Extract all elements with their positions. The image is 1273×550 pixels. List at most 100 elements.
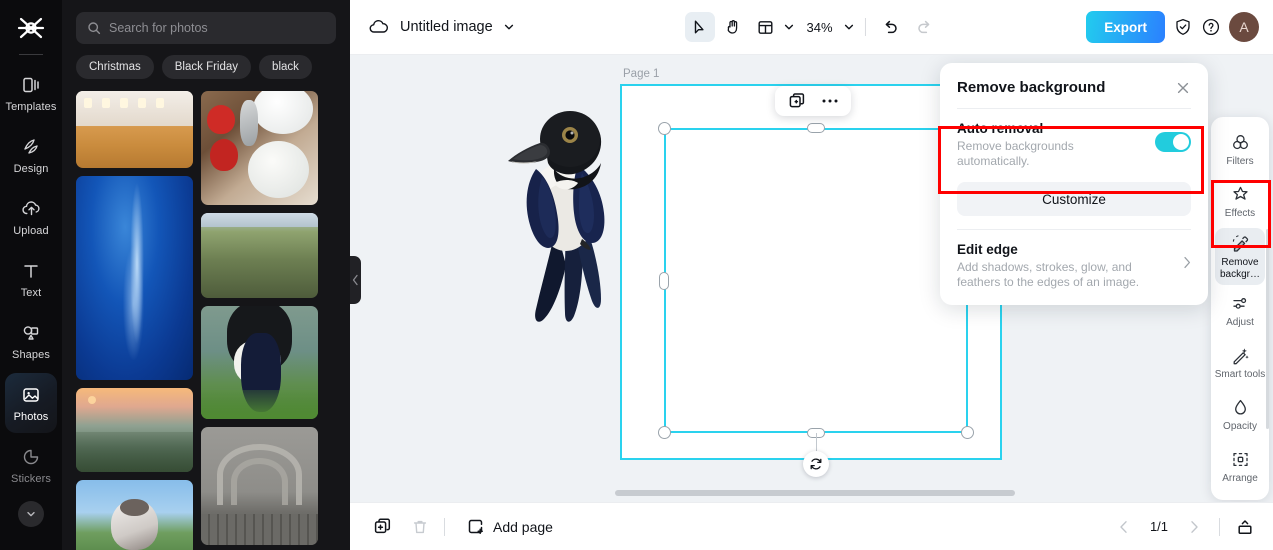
duplicate-icon[interactable]	[788, 92, 806, 110]
trash-icon[interactable]	[406, 513, 434, 541]
sidebar-item-shapes[interactable]: Shapes	[5, 311, 57, 371]
search-wrapper	[62, 0, 350, 44]
document-title[interactable]: Untitled image	[400, 19, 493, 35]
tool-smart-tools[interactable]: Smart tools	[1211, 337, 1269, 389]
tool-remove-background[interactable]: Remove backgr…	[1215, 228, 1265, 285]
tool-effects[interactable]: Effects	[1211, 176, 1269, 228]
rotate-icon[interactable]	[803, 451, 829, 477]
search-tags: Christmas Black Friday black	[62, 44, 350, 79]
sidebar-item-photos[interactable]: Photos	[5, 373, 57, 433]
resize-handle-middle-left[interactable]	[659, 271, 669, 290]
photo-thumbnail[interactable]	[201, 213, 318, 298]
tag-black-friday[interactable]: Black Friday	[161, 55, 252, 79]
photo-thumbnail[interactable]	[76, 388, 193, 472]
zoom-level-value[interactable]: 34%	[806, 20, 832, 35]
tool-opacity[interactable]: Opacity	[1211, 389, 1269, 441]
sidebar-item-text[interactable]: Text	[5, 249, 57, 309]
add-page-button[interactable]: Add page	[466, 517, 553, 536]
hand-icon	[727, 20, 737, 34]
more-options-icon[interactable]	[821, 98, 839, 104]
opacity-drop-icon	[1230, 397, 1250, 417]
layout-tool-button[interactable]	[750, 12, 780, 42]
topbar-right: Export A	[1086, 11, 1259, 43]
cloud-save-icon[interactable]	[368, 17, 390, 37]
chevron-left-icon	[352, 274, 358, 286]
prev-page-button[interactable]	[1110, 513, 1138, 541]
photo-thumbnail[interactable]	[76, 480, 193, 550]
close-icon[interactable]	[1175, 80, 1191, 96]
chevron-right-icon	[1183, 256, 1191, 274]
tool-label: Effects	[1224, 208, 1256, 220]
toolbar-divider	[864, 18, 866, 36]
auto-removal-row[interactable]: Auto removal Remove backgrounds automati…	[940, 109, 1208, 182]
tool-label: Arrange	[1222, 473, 1258, 485]
panel-collapse-handle[interactable]	[350, 256, 361, 304]
tool-rail-scrollbar[interactable]	[1266, 229, 1269, 429]
layout-chevron-down-icon[interactable]	[782, 21, 794, 33]
sidebar-item-upload[interactable]: Upload	[5, 187, 57, 247]
help-circle-icon[interactable]	[1201, 17, 1221, 37]
photos-icon	[20, 384, 42, 406]
tool-filters[interactable]: Filters	[1211, 124, 1269, 176]
hand-tool-button[interactable]	[717, 12, 747, 42]
search-box[interactable]	[76, 12, 336, 44]
duplicate-page-icon[interactable]	[368, 513, 396, 541]
tool-adjust[interactable]: Adjust	[1211, 285, 1269, 337]
selection-box	[658, 122, 974, 477]
tool-label: Adjust	[1226, 317, 1254, 329]
chevron-down-icon[interactable]	[503, 21, 515, 33]
zoom-chevron-down-icon[interactable]	[843, 21, 855, 33]
panel-title: Remove background	[957, 79, 1106, 96]
sidebar-item-stickers[interactable]: Stickers	[5, 435, 57, 495]
tag-christmas[interactable]: Christmas	[76, 55, 154, 79]
magpie-image[interactable]	[470, 77, 650, 347]
resize-handle-bottom-left[interactable]	[658, 426, 671, 439]
redo-button[interactable]	[909, 12, 939, 42]
photo-thumbnail[interactable]	[201, 306, 318, 419]
topbar-left: Untitled image	[368, 17, 515, 37]
arrange-icon	[1230, 449, 1250, 469]
collapse-panel-button[interactable]	[1231, 513, 1259, 541]
tool-arrange[interactable]: Arrange	[1211, 441, 1269, 493]
next-page-button[interactable]	[1180, 513, 1208, 541]
photo-thumbnail[interactable]	[201, 427, 318, 545]
cursor-arrow-icon	[694, 20, 704, 33]
canvas-area[interactable]: Page 1 Remove background Auto removal Re…	[350, 55, 1273, 502]
photo-thumbnail[interactable]	[76, 91, 193, 168]
resize-handle-top-center[interactable]	[807, 123, 825, 133]
chevron-down-icon[interactable]	[18, 501, 44, 527]
rail-divider	[19, 54, 43, 55]
capcut-logo-icon[interactable]	[14, 14, 48, 44]
sidebar-item-design[interactable]: Design	[5, 125, 57, 185]
photo-thumbnail[interactable]	[76, 176, 193, 380]
auto-removal-toggle[interactable]	[1155, 132, 1191, 152]
undo-icon	[885, 20, 897, 34]
sidebar-item-label: Stickers	[11, 472, 51, 485]
bottombar-divider	[444, 517, 445, 536]
edit-edge-description: Add shadows, strokes, glow, and feathers…	[957, 260, 1140, 289]
shield-check-icon[interactable]	[1173, 17, 1193, 37]
search-icon	[87, 21, 101, 35]
adjust-sliders-icon	[1230, 293, 1250, 313]
resize-handle-bottom-right[interactable]	[961, 426, 974, 439]
tag-black[interactable]: black	[259, 55, 312, 79]
edit-edge-title: Edit edge	[957, 242, 1018, 257]
edit-edge-row[interactable]: Edit edge Add shadows, strokes, glow, an…	[940, 230, 1208, 305]
page-count: 1/1	[1149, 519, 1169, 534]
templates-icon	[20, 74, 42, 96]
horizontal-scrollbar[interactable]	[615, 490, 1015, 496]
sidebar-item-templates[interactable]: Templates	[5, 63, 57, 123]
export-button[interactable]: Export	[1086, 11, 1165, 43]
select-tool-button[interactable]	[684, 12, 715, 42]
shapes-icon	[20, 322, 42, 344]
nav-items-list: Templates Design Upload Text Shapes Phot…	[0, 63, 62, 495]
avatar[interactable]: A	[1229, 12, 1259, 42]
undo-button[interactable]	[876, 12, 906, 42]
resize-handle-top-left[interactable]	[658, 122, 671, 135]
search-input[interactable]	[109, 21, 325, 35]
add-page-icon	[466, 517, 485, 536]
customize-button[interactable]: Customize	[957, 182, 1191, 216]
floating-object-toolbar	[775, 86, 851, 116]
photo-thumbnail[interactable]	[201, 91, 318, 205]
remove-background-icon	[1230, 233, 1250, 253]
